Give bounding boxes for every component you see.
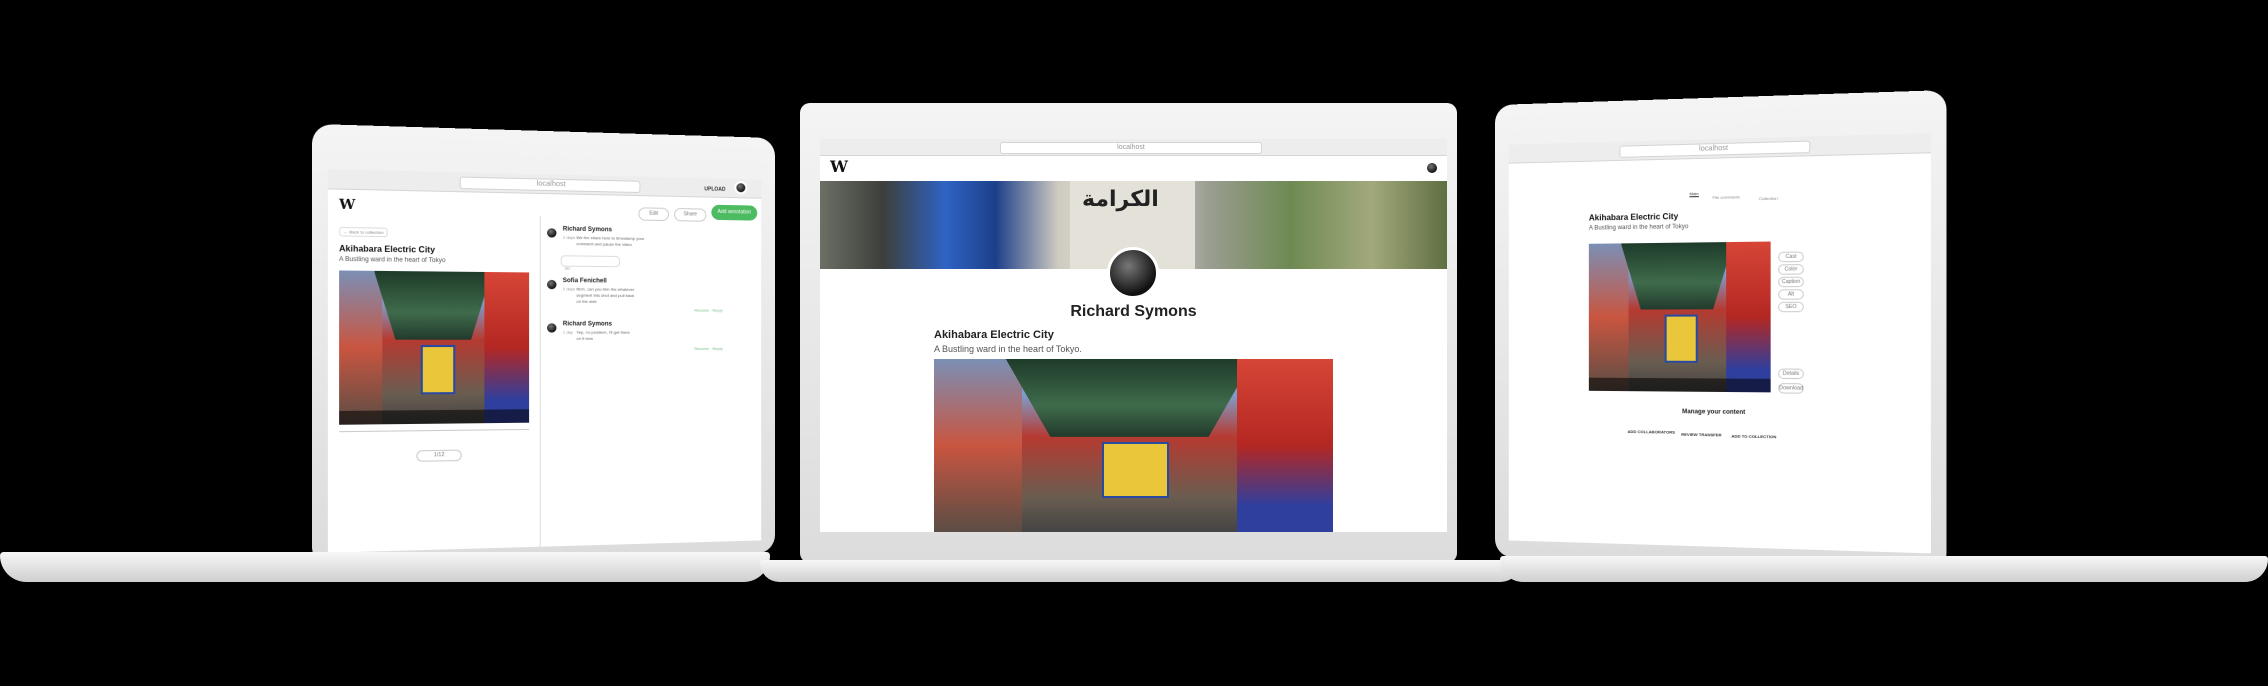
comment-input-placeholder: 00: [564, 265, 571, 271]
center-video-title: Akihabara Electric City [934, 329, 1054, 341]
manage-content-title: Manage your content [1682, 409, 1746, 417]
details-button[interactable]: Details [1778, 368, 1804, 380]
comment-body: comment and pause the video [576, 241, 632, 247]
comment-time: 2 days [562, 234, 576, 240]
timeline-track[interactable] [339, 428, 530, 433]
comment-author: Sofia Fenichell [562, 277, 607, 285]
comment-actions[interactable]: Resolve · Reply [694, 308, 722, 313]
video-frame-building-right [1237, 359, 1333, 532]
center-browser-bar: localhost [820, 139, 1447, 156]
comment-input[interactable]: 00: [560, 255, 620, 271]
video-frame-bridge [1621, 242, 1734, 310]
tab-collection[interactable]: Collection [1759, 196, 1778, 202]
left-screen: localhost W UPLOAD Edit Share Add annota… [327, 169, 762, 553]
caption-button[interactable]: Caption [1778, 276, 1804, 288]
add-annotation-button[interactable]: Add annotation [711, 204, 758, 221]
comment-body: on the side [576, 298, 597, 304]
review-transfer-link[interactable]: REVIEW TRANSFER [1681, 432, 1721, 438]
right-browser-bar: localhost [1508, 133, 1931, 164]
center-laptop-base [760, 560, 1520, 582]
comment-avatar [544, 226, 559, 240]
center-laptop-lid: localhost W الكرامة Richard Symons Akiha… [800, 103, 1457, 563]
video-frame-sign [1664, 314, 1698, 364]
right-video-player[interactable] [1588, 241, 1771, 393]
video-frame-building-left [934, 359, 1022, 532]
comment-author: Richard Symons [562, 226, 613, 234]
add-collaborators-link[interactable]: ADD COLLABORATORS [1628, 429, 1675, 435]
left-logo[interactable]: W [339, 197, 355, 213]
comment-avatar [544, 277, 559, 292]
video-frame-bridge [1005, 359, 1254, 437]
video-frame-sign [1101, 442, 1170, 498]
pager-control[interactable]: 1/12 [416, 449, 462, 462]
right-video-title: Akihabara Electric City [1588, 211, 1679, 223]
video-frame-bridge [374, 271, 492, 340]
left-browser-bar: localhost [327, 169, 762, 199]
cast-button[interactable]: Cast [1778, 251, 1804, 263]
back-to-collection[interactable]: ← Back to collection [339, 226, 389, 238]
comment-body: on it now [576, 335, 594, 341]
comment-body: Rich, can you trim the whatever [576, 286, 635, 292]
center-screen: localhost W الكرامة Richard Symons Akiha… [820, 139, 1447, 532]
right-video-subtitle: A Bustling ward in the heart of Tokyo [1588, 224, 1689, 232]
tab-main[interactable]: Main [1689, 190, 1699, 198]
comments-divider [539, 215, 541, 547]
video-frame-building-left [339, 270, 382, 425]
right-screen: localhost Main File comments Collection … [1508, 133, 1931, 554]
center-video-player[interactable] [934, 359, 1333, 532]
comment-time: 1 day [562, 329, 574, 335]
center-video-subtitle: A Bustling ward in the heart of Tokyo. [934, 344, 1082, 354]
comment-author: Richard Symons [562, 321, 613, 328]
right-url-bar[interactable]: localhost [1619, 140, 1811, 158]
share-button[interactable]: Share [674, 207, 707, 222]
profile-avatar[interactable] [1107, 247, 1159, 299]
center-user-avatar[interactable] [1425, 161, 1439, 175]
comment-body: segment this shot and pull back [576, 292, 635, 299]
video-frame-building-right [1726, 241, 1771, 393]
left-laptop-lid: localhost W UPLOAD Edit Share Add annota… [312, 123, 775, 568]
left-video-player[interactable] [339, 270, 530, 425]
left-user-avatar[interactable] [734, 181, 748, 195]
left-laptop-base [0, 552, 770, 582]
center-logo[interactable]: W [830, 157, 848, 176]
video-controls[interactable] [1588, 377, 1771, 393]
right-laptop-lid: localhost Main File comments Collection … [1495, 90, 1947, 572]
video-frame-sign [420, 344, 455, 395]
comment-avatar [544, 321, 559, 335]
alt-button[interactable]: Alt [1778, 289, 1804, 300]
comment-time: 2 days [562, 286, 576, 292]
video-controls[interactable] [339, 409, 530, 425]
color-button[interactable]: Color [1778, 264, 1804, 275]
comment-body: We the share here to timestamp your [576, 234, 645, 242]
left-video-title: Akihabara Electric City [339, 243, 435, 255]
left-video-subtitle: A Bustling ward in the heart of Tokyo [339, 256, 446, 265]
center-url-bar[interactable]: localhost [1000, 142, 1262, 154]
upload-link[interactable]: UPLOAD [704, 186, 725, 193]
banner-arabic-text: الكرامة [1082, 187, 1159, 212]
edit-button[interactable]: Edit [638, 207, 669, 222]
comment-actions[interactable]: Resolve · Reply [694, 346, 722, 351]
video-frame-building-left [1588, 243, 1629, 392]
download-button[interactable]: Download [1778, 383, 1804, 394]
right-laptop-base [1500, 556, 2268, 582]
video-frame-building-right [484, 271, 530, 424]
tab-file-comments[interactable]: File comments [1712, 194, 1739, 200]
profile-name: Richard Symons [1070, 303, 1197, 320]
comment-body: Yep, no problem, I'll get there [576, 329, 630, 335]
add-to-collection-link[interactable]: ADD TO COLLECTION [1731, 433, 1776, 439]
left-url-bar[interactable]: localhost [459, 176, 641, 194]
seo-button[interactable]: SEO [1778, 301, 1804, 313]
